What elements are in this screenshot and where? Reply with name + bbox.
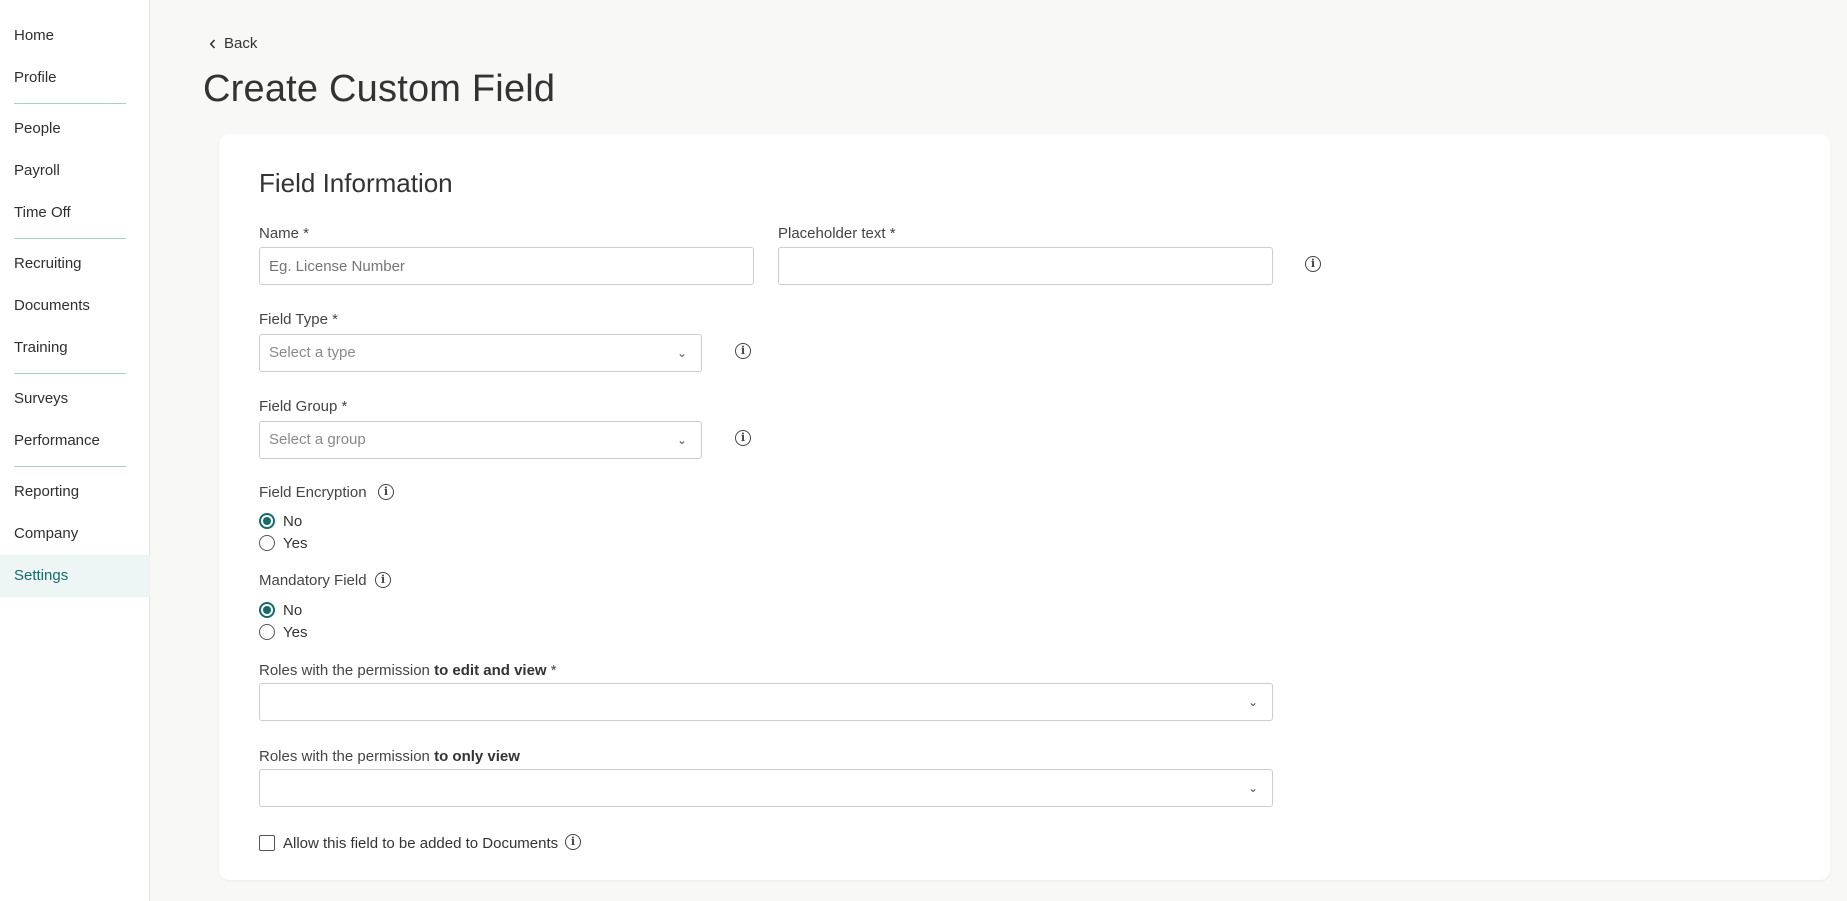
sidebar-item-payroll[interactable]: Payroll xyxy=(0,150,150,192)
field-information-card: Field Information Name * Placeholder tex… xyxy=(219,134,1830,880)
sidebar-divider xyxy=(14,466,126,467)
encryption-yes-radio[interactable] xyxy=(259,535,275,551)
mandatory-yes-label: Yes xyxy=(283,624,308,641)
field-encryption-label: Field Encryption xyxy=(259,484,367,501)
info-icon[interactable]: i xyxy=(735,343,751,359)
sidebar-item-company[interactable]: Company xyxy=(0,513,150,555)
sidebar-item-profile[interactable]: Profile xyxy=(0,57,150,99)
chevron-down-icon: ⌄ xyxy=(1247,781,1258,795)
roles-edit-select[interactable]: ⌄ xyxy=(259,683,1273,721)
roles-view-label: Roles with the permission to only view xyxy=(259,748,520,765)
field-group-placeholder: Select a group xyxy=(269,431,366,448)
field-group-select[interactable]: Select a group ⌄ xyxy=(259,421,702,459)
mandatory-no-radio[interactable] xyxy=(259,602,275,618)
sidebar-item-people[interactable]: People xyxy=(0,108,150,150)
page-title: Create Custom Field xyxy=(203,68,556,110)
sidebar-item-time-off[interactable]: Time Off xyxy=(0,192,150,234)
back-link[interactable]: Back xyxy=(209,35,257,52)
sidebar: Home Profile People Payroll Time Off Rec… xyxy=(0,0,150,901)
info-icon[interactable]: i xyxy=(378,484,394,500)
sidebar-item-training[interactable]: Training xyxy=(0,327,150,369)
info-icon[interactable]: i xyxy=(565,834,581,850)
placeholder-text-input[interactable] xyxy=(778,247,1273,285)
encryption-no-radio[interactable] xyxy=(259,513,275,529)
mandatory-no-label: No xyxy=(283,602,303,619)
field-type-placeholder: Select a type xyxy=(269,344,356,361)
back-label: Back xyxy=(224,35,258,52)
sidebar-divider xyxy=(14,103,126,104)
name-label: Name * xyxy=(259,225,310,242)
sidebar-divider xyxy=(14,373,126,374)
placeholder-text-label: Placeholder text * xyxy=(778,225,896,242)
sidebar-item-settings[interactable]: Settings xyxy=(0,555,150,597)
chevron-down-icon: ⌄ xyxy=(1247,695,1258,709)
sidebar-item-surveys[interactable]: Surveys xyxy=(0,378,150,420)
sidebar-item-home[interactable]: Home xyxy=(0,15,150,57)
roles-edit-label: Roles with the permission to edit and vi… xyxy=(259,662,557,679)
sidebar-item-reporting[interactable]: Reporting xyxy=(0,471,150,513)
mandatory-yes-radio[interactable] xyxy=(259,624,275,640)
chevron-down-icon: ⌄ xyxy=(676,346,687,360)
section-title: Field Information xyxy=(259,168,453,198)
field-type-select[interactable]: Select a type ⌄ xyxy=(259,334,702,372)
encryption-yes-label: Yes xyxy=(283,535,308,552)
sidebar-item-performance[interactable]: Performance xyxy=(0,420,150,462)
sidebar-item-documents[interactable]: Documents xyxy=(0,285,150,327)
mandatory-field-label: Mandatory Field xyxy=(259,572,367,589)
documents-checkbox[interactable] xyxy=(259,835,275,851)
chevron-down-icon: ⌄ xyxy=(676,433,687,447)
field-type-label: Field Type * xyxy=(259,311,338,328)
info-icon[interactable]: i xyxy=(375,572,391,588)
info-icon[interactable]: i xyxy=(1305,256,1321,272)
roles-view-select[interactable]: ⌄ xyxy=(259,769,1273,807)
field-group-label: Field Group * xyxy=(259,398,348,415)
sidebar-divider xyxy=(14,238,126,239)
sidebar-item-recruiting[interactable]: Recruiting xyxy=(0,243,150,285)
info-icon[interactable]: i xyxy=(735,430,751,446)
documents-checkbox-label: Allow this field to be added to Document… xyxy=(283,835,559,852)
encryption-no-label: No xyxy=(283,513,303,530)
chevron-left-icon xyxy=(209,38,216,49)
name-input[interactable] xyxy=(259,247,754,285)
